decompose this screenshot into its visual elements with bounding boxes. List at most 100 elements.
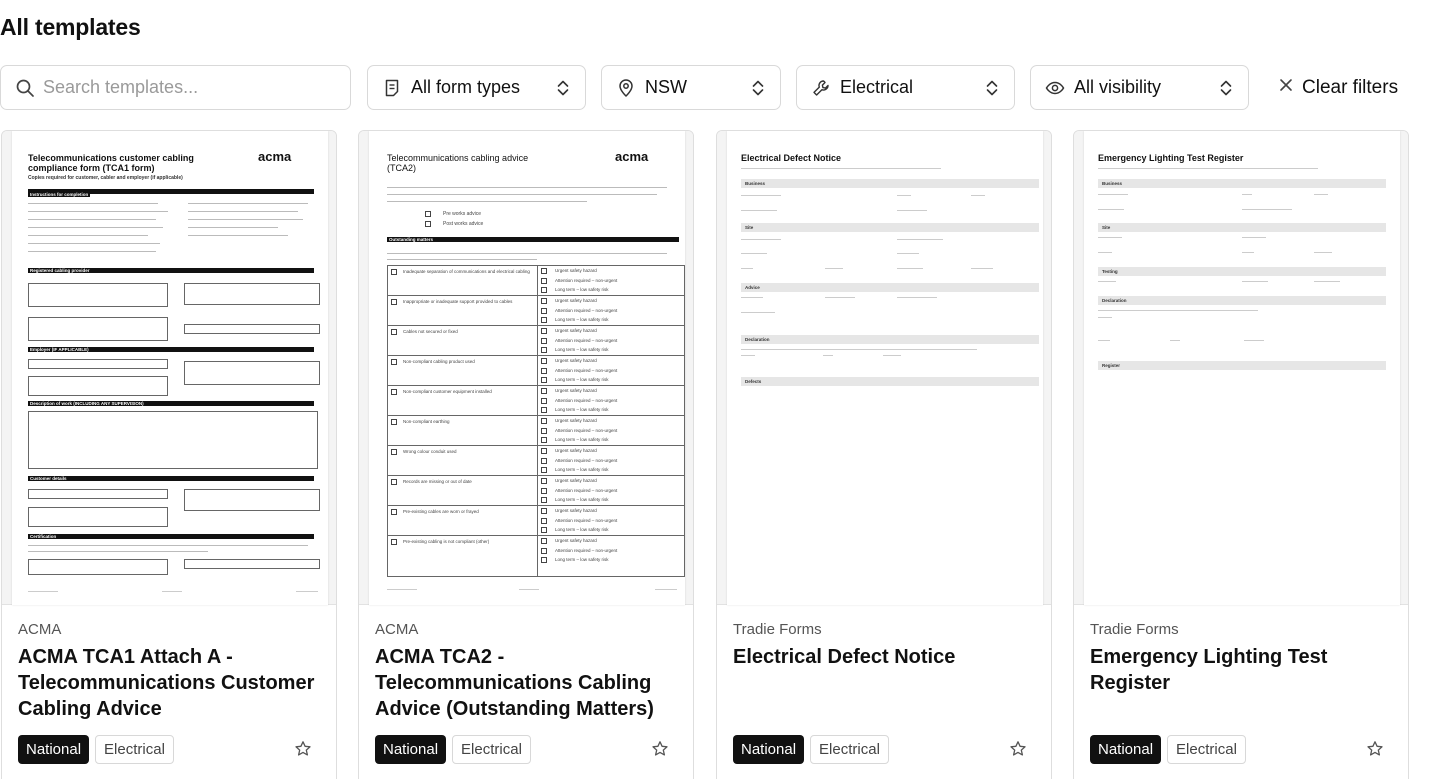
severity-checkbox [541,388,547,394]
severity-checkbox [541,437,547,443]
template-card[interactable]: Telecommunications cabling advice (TCA2)… [358,130,694,779]
template-provider: Tradie Forms [733,621,822,638]
severity-checkbox [541,298,547,304]
severity-checkbox [541,448,547,454]
severity-label: Long term – low safety risk [555,347,609,352]
chevron-updown-icon [1218,79,1234,97]
severity-label: Urgent safety hazard [555,448,597,453]
severity-label: Urgent safety hazard [555,268,597,273]
template-preview: Emergency Lighting Test Register Busines… [1074,131,1408,605]
form-type-value: All form types [411,77,521,97]
severity-label: Attention required – non-urgent [555,457,618,463]
map-pin-icon [616,78,636,98]
severity-label: Attention required – non-urgent [555,547,618,553]
issue-checkbox [391,389,397,395]
severity-checkbox [541,407,547,413]
clear-filters-button[interactable]: Clear filters [1278,65,1398,110]
chevron-updown-icon [984,79,1000,97]
severity-checkbox [541,317,547,323]
severity-label: Long term – low safety risk [555,287,609,292]
template-title[interactable]: ACMA TCA2 - Telecommunications Cabling A… [375,644,679,722]
issue-checkbox [391,359,397,365]
template-preview: Telecommunications cabling advice (TCA2)… [359,131,693,605]
star-icon[interactable] [1009,740,1027,758]
eye-icon [1045,78,1065,98]
template-card[interactable]: Emergency Lighting Test Register Busines… [1073,130,1409,779]
severity-checkbox [541,377,547,383]
severity-label: Urgent safety hazard [555,388,597,393]
severity-checkbox [541,547,547,554]
severity-checkbox [541,367,547,374]
search-input[interactable]: Search templates... [0,65,351,110]
severity-label: Attention required – non-urgent [555,427,618,433]
template-provider: Tradie Forms [1090,621,1179,638]
template-title[interactable]: ACMA TCA1 Attach A - Telecommunications … [18,644,322,722]
severity-checkbox [541,337,547,344]
row-divider [387,415,685,416]
template-card[interactable]: Electrical Defect Notice Business Site A… [716,130,1052,779]
star-icon[interactable] [1366,740,1384,758]
severity-checkbox [541,508,547,514]
tag-list: National Electrical [375,735,531,764]
severity-checkbox [541,418,547,424]
issue-label: Inappropriate or inadequate support prov… [403,299,513,304]
form-type-select[interactable]: All form types [367,65,586,110]
template-card[interactable]: Telecommunications customer cabling comp… [1,130,337,779]
severity-checkbox [541,397,547,404]
star-icon[interactable] [651,740,669,758]
issue-checkbox [391,299,397,305]
issue-label: Non-compliant customer equipment install… [403,389,492,394]
severity-label: Urgent safety hazard [555,418,597,423]
row-divider [387,535,685,536]
severity-checkbox [541,557,547,563]
issue-label: Inadequate separation of communications … [403,269,530,274]
severity-checkbox [541,427,547,434]
severity-label: Long term – low safety risk [555,467,609,472]
severity-label: Long term – low safety risk [555,317,609,322]
issue-label: Records are missing or out of date [403,479,472,484]
issue-label: Non-compliant cabling product used [403,359,475,364]
template-title[interactable]: Electrical Defect Notice [733,644,1037,670]
severity-checkbox [541,328,547,334]
severity-label: Attention required – non-urgent [555,517,618,523]
tag-trade: Electrical [452,735,531,764]
template-provider: ACMA [18,621,62,638]
row-divider [387,325,685,326]
clear-filters-label: Clear filters [1302,76,1399,98]
row-divider [387,355,685,356]
severity-checkbox [541,487,547,494]
wrench-icon [811,78,831,98]
tag-trade: Electrical [1167,735,1246,764]
severity-checkbox [541,347,547,353]
star-icon[interactable] [294,740,312,758]
issue-label: Wrong colour conduit used [403,449,457,454]
severity-checkbox [541,538,547,544]
region-select[interactable]: NSW [601,65,781,110]
issue-checkbox [391,329,397,335]
severity-checkbox [541,268,547,274]
severity-checkbox [541,287,547,293]
severity-label: Attention required – non-urgent [555,277,618,283]
severity-checkbox [541,457,547,464]
issue-label: Pre-existing cables are worn or frayed [403,509,479,514]
issue-checkbox [391,269,397,275]
row-divider [387,445,685,446]
document-preview: Emergency Lighting Test Register Busines… [1084,131,1400,605]
severity-checkbox [541,358,547,364]
template-preview: Telecommunications customer cabling comp… [2,131,336,605]
severity-checkbox [541,527,547,533]
acma-logo: acma [615,149,649,164]
severity-checkbox [541,467,547,473]
severity-checkbox [541,277,547,284]
template-title[interactable]: Emergency Lighting Test Register [1090,644,1394,696]
severity-label: Long term – low safety risk [555,437,609,442]
document-preview: Telecommunications cabling advice (TCA2)… [369,131,685,605]
row-divider [387,475,685,476]
row-divider [387,385,685,386]
severity-label: Long term – low safety risk [555,377,609,382]
severity-label: Attention required – non-urgent [555,367,618,373]
severity-label: Urgent safety hazard [555,508,597,513]
visibility-select[interactable]: All visibility [1030,65,1249,110]
chevron-updown-icon [750,79,766,97]
trade-select[interactable]: Electrical [796,65,1015,110]
